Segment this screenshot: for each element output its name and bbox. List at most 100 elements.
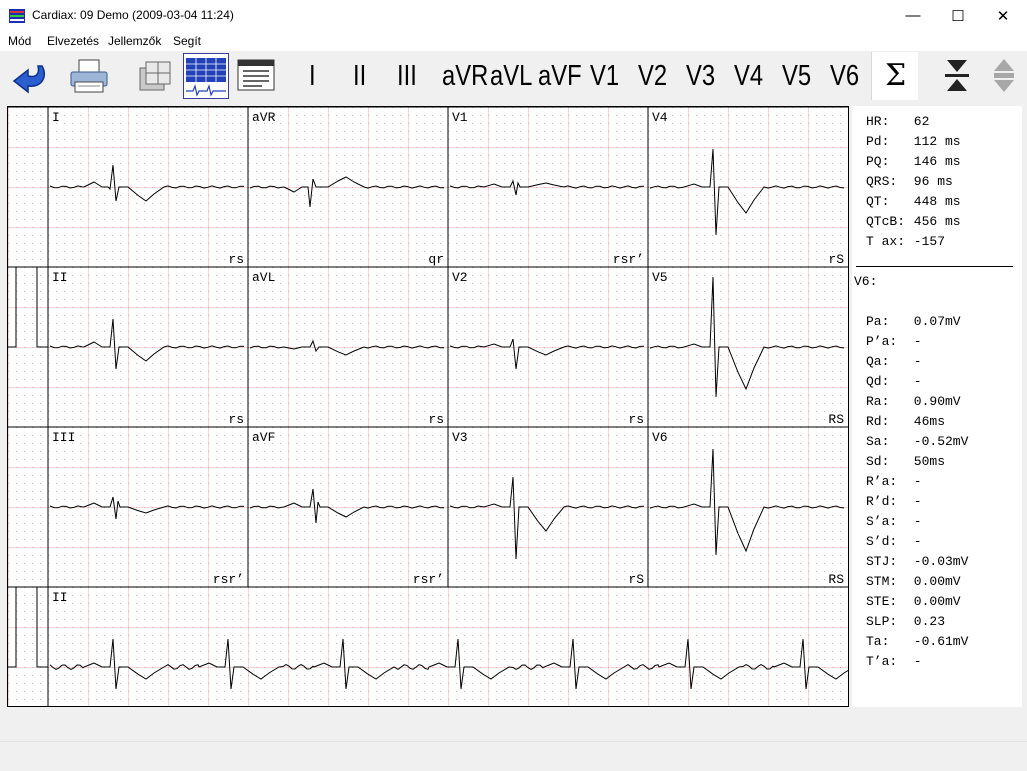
lead-label: V5 bbox=[652, 270, 668, 285]
layout-icon[interactable] bbox=[132, 54, 176, 98]
lead-label: V2 bbox=[452, 270, 468, 285]
measure-value: - bbox=[906, 654, 922, 669]
app-icon bbox=[9, 9, 25, 23]
measure-value: - bbox=[906, 374, 922, 389]
measure-value: - bbox=[906, 334, 922, 349]
measure-row: R’a: - bbox=[866, 474, 922, 489]
measure-row: Rd: 46ms bbox=[866, 414, 945, 429]
measure-row: STJ: -0.03mV bbox=[866, 554, 968, 569]
lead-label: III bbox=[52, 430, 75, 445]
morphology-label: rsr’ bbox=[413, 572, 444, 587]
lead-label: V4 bbox=[652, 110, 668, 125]
measure-row: T ax: -157 bbox=[866, 234, 945, 249]
measure-value: 448 ms bbox=[906, 194, 961, 209]
window-title: Cardiax: 09 Demo (2009-03-04 11:24) bbox=[32, 8, 234, 22]
lead-button-avr[interactable]: aVR bbox=[442, 56, 488, 96]
title-bar: Cardiax: 09 Demo (2009-03-04 11:24) — ☐ … bbox=[0, 0, 1027, 31]
measure-label: T’a: bbox=[866, 654, 898, 669]
menu-bar: Mód Elvezetés Jellemzők Segít bbox=[0, 31, 1027, 51]
measure-value: -0.61mV bbox=[906, 634, 969, 649]
measure-label: S’a: bbox=[866, 514, 898, 529]
morphology-label: rS bbox=[628, 572, 644, 587]
status-bar bbox=[0, 741, 1027, 771]
rhythm-lead-label: II bbox=[52, 590, 68, 605]
measure-label: Rd: bbox=[866, 414, 890, 429]
morphology-label: rs bbox=[228, 252, 244, 267]
ecg-display[interactable]: Irs aVR qr V1 rsr’ V4 rS II rs aVL rs V2 rs V5 RS III rs… bbox=[7, 106, 849, 707]
printer-icon[interactable] bbox=[67, 54, 111, 98]
measure-value: 50ms bbox=[906, 454, 946, 469]
measure-label: Pd: bbox=[866, 134, 890, 149]
measure-row: Pa: 0.07mV bbox=[866, 314, 961, 329]
measure-label: QTcB: bbox=[866, 214, 906, 229]
report-icon[interactable] bbox=[234, 54, 278, 98]
lead-button-v3[interactable]: V3 bbox=[686, 56, 715, 96]
lead-label: aVR bbox=[252, 110, 276, 125]
lead-button-v5[interactable]: V5 bbox=[782, 56, 811, 96]
lead-button-v2[interactable]: V2 bbox=[638, 56, 667, 96]
measure-label: Qa: bbox=[866, 354, 890, 369]
measure-label: STM: bbox=[866, 574, 898, 589]
measure-value: -157 bbox=[906, 234, 946, 249]
measure-label: Ra: bbox=[866, 394, 890, 409]
morphology-label: rs bbox=[228, 412, 244, 427]
lead-button-i[interactable]: I bbox=[309, 56, 316, 96]
measure-row: QT: 448 ms bbox=[866, 194, 961, 209]
lead-label: aVF bbox=[252, 430, 275, 445]
measure-row: Pd: 112 ms bbox=[866, 134, 961, 149]
scroll-vertical-icon[interactable] bbox=[984, 54, 1024, 98]
measure-label: Sa: bbox=[866, 434, 890, 449]
morphology-label: qr bbox=[428, 252, 444, 267]
lead-button-ii[interactable]: II bbox=[353, 56, 366, 96]
lead-label: aVL bbox=[252, 270, 275, 285]
morphology-label: rsr’ bbox=[613, 252, 644, 267]
lead-button-v4[interactable]: V4 bbox=[734, 56, 763, 96]
menu-mod[interactable]: Mód bbox=[8, 34, 31, 48]
measure-value: - bbox=[906, 474, 922, 489]
measure-value: - bbox=[906, 534, 922, 549]
maximize-button[interactable]: ☐ bbox=[935, 0, 981, 31]
measure-row: SLP: 0.23 bbox=[866, 614, 945, 629]
measure-value: 146 ms bbox=[906, 154, 961, 169]
measure-row: Ta: -0.61mV bbox=[866, 634, 968, 649]
lead-label: V1 bbox=[452, 110, 468, 125]
measure-label: R’d: bbox=[866, 494, 898, 509]
morphology-label: rs bbox=[628, 412, 644, 427]
measure-row: STE: 0.00mV bbox=[866, 594, 961, 609]
measure-value: 0.23 bbox=[906, 614, 946, 629]
measure-label: Ta: bbox=[866, 634, 890, 649]
measure-value: - bbox=[906, 514, 922, 529]
measure-label: S’d: bbox=[866, 534, 898, 549]
morphology-label: rs bbox=[428, 412, 444, 427]
lead-label: V6 bbox=[652, 430, 668, 445]
minimize-button[interactable]: — bbox=[890, 0, 936, 31]
measure-label: QT: bbox=[866, 194, 890, 209]
measure-row: PQ: 146 ms bbox=[866, 154, 961, 169]
measure-label: R’a: bbox=[866, 474, 898, 489]
lead-button-avf[interactable]: aVF bbox=[538, 56, 582, 96]
lead-measure-title: V6: bbox=[854, 274, 878, 289]
measure-row: QRS: 96 ms bbox=[866, 174, 953, 189]
measure-row: T’a: - bbox=[866, 654, 922, 669]
lead-button-v6[interactable]: V6 bbox=[830, 56, 859, 96]
measure-label: T ax: bbox=[866, 234, 906, 249]
close-button[interactable]: ✕ bbox=[980, 0, 1026, 31]
measure-label: PQ: bbox=[866, 154, 890, 169]
lead-label: I bbox=[52, 110, 60, 125]
measure-row: Sd: 50ms bbox=[866, 454, 945, 469]
menu-segit[interactable]: Segít bbox=[173, 34, 201, 48]
menu-jellemzok[interactable]: Jellemzők bbox=[108, 34, 161, 48]
measure-label: STE: bbox=[866, 594, 898, 609]
measure-row: S’d: - bbox=[866, 534, 922, 549]
morphology-label: rsr’ bbox=[213, 572, 244, 587]
panel-divider bbox=[856, 266, 1013, 267]
back-arrow-icon[interactable] bbox=[8, 54, 52, 98]
menu-elvezetes[interactable]: Elvezetés bbox=[47, 34, 99, 48]
lead-button-iii[interactable]: III bbox=[397, 56, 417, 96]
compress-vertical-icon[interactable] bbox=[935, 54, 979, 98]
measure-row: Qa: - bbox=[866, 354, 922, 369]
lead-button-avl[interactable]: aVL bbox=[490, 56, 532, 96]
summary-sigma-button[interactable]: Σ bbox=[871, 52, 918, 100]
lead-button-v1[interactable]: V1 bbox=[590, 56, 619, 96]
twelve-lead-grid-icon[interactable] bbox=[183, 53, 229, 99]
